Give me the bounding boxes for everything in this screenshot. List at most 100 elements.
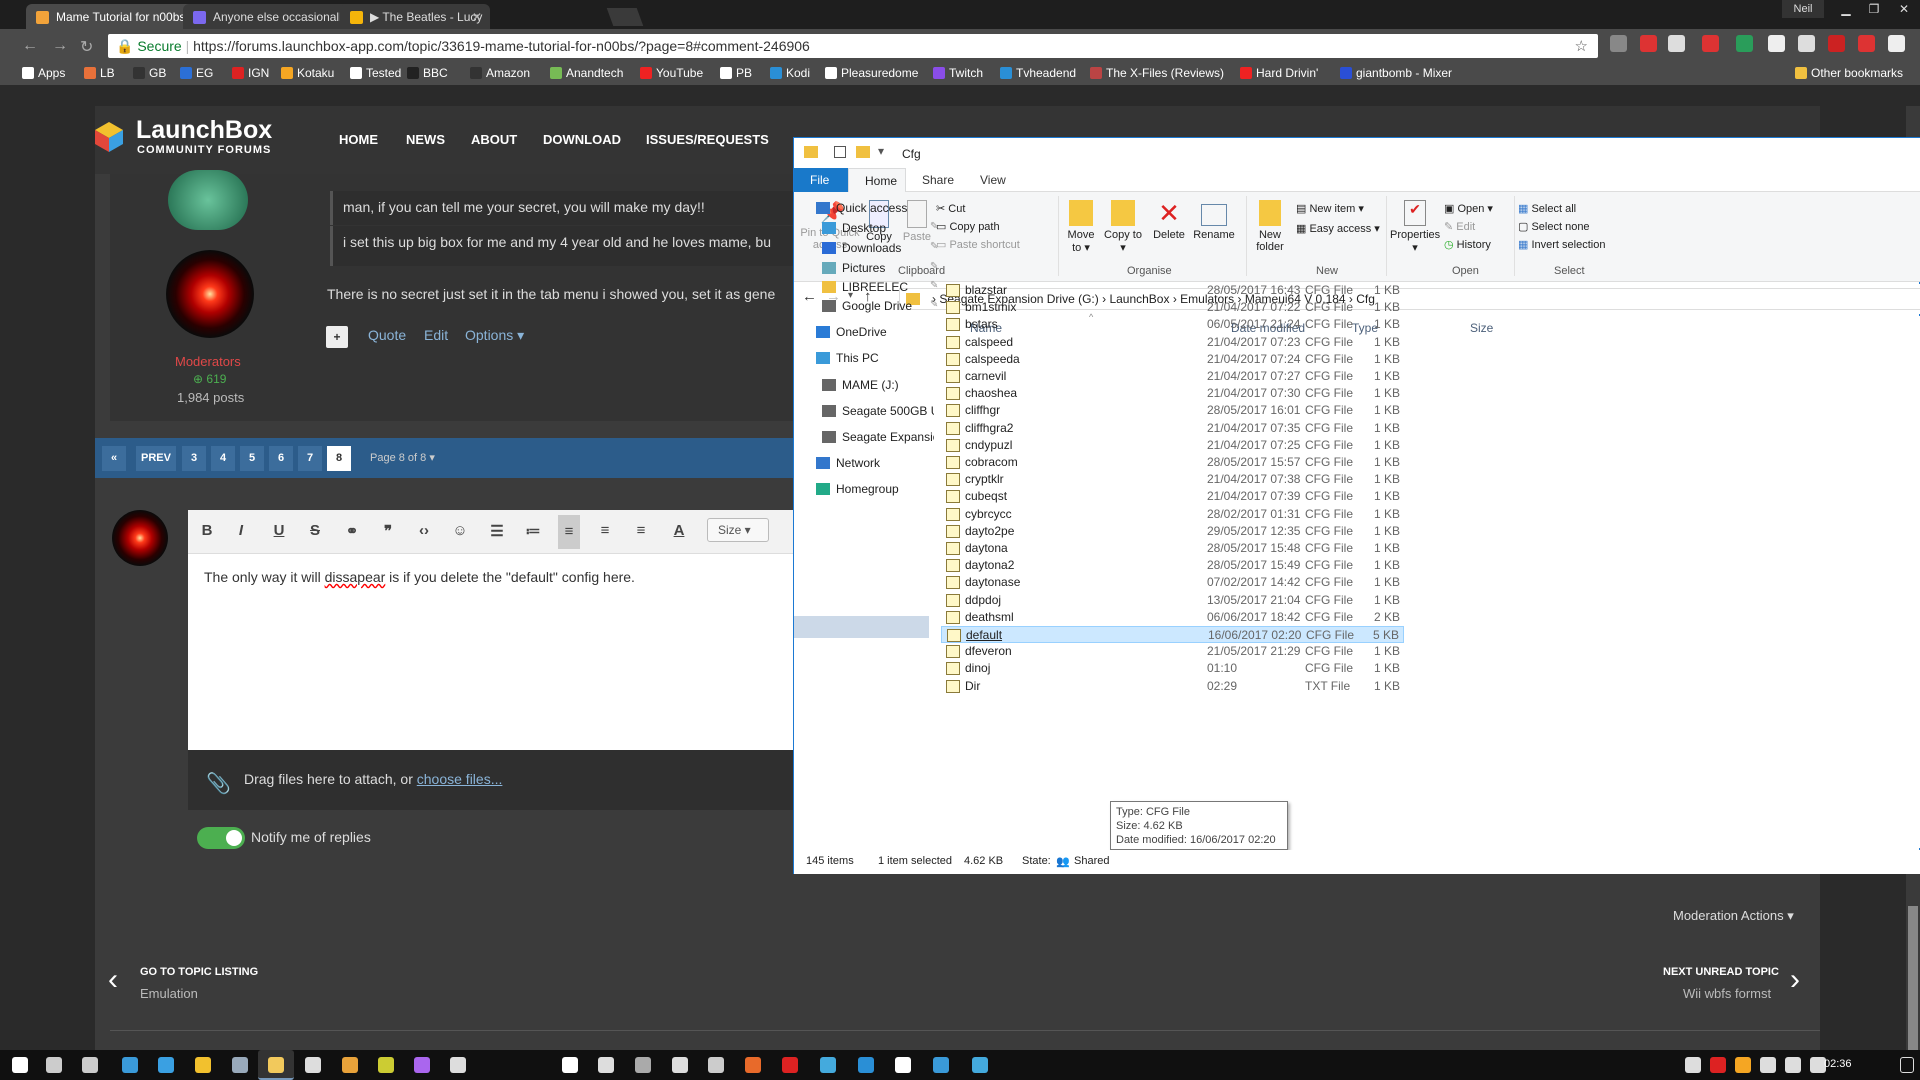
chevron-right-icon[interactable]: › <box>1790 963 1800 997</box>
mail-icon[interactable] <box>562 1057 578 1073</box>
copy-to-button[interactable]: Copy to ▾ <box>1104 200 1142 254</box>
edit-button[interactable]: ✎ Edit <box>1444 220 1475 233</box>
align-left-icon[interactable]: ≡ <box>558 515 580 549</box>
bookmark-item[interactable]: Pleasuredome <box>825 66 918 80</box>
paste-shortcut-button[interactable]: ▭ Paste shortcut <box>936 238 1020 251</box>
tab-beatles[interactable]: ▶ The Beatles - Lucy ✕ <box>340 4 490 29</box>
invert-selection-button[interactable]: ▦ Invert selection <box>1518 238 1605 251</box>
nav-item[interactable]: Desktop ✎ <box>822 221 938 235</box>
editor-content[interactable]: The only way it will dissapear is if you… <box>204 569 635 585</box>
bookmark-item[interactable]: giantbomb - Mixer <box>1340 66 1452 80</box>
file-row[interactable]: blazstar 28/05/2017 16:43 CFG File 1 KB <box>941 282 1404 299</box>
font-color-icon[interactable]: A <box>668 522 690 539</box>
extension-icon[interactable] <box>1668 35 1685 52</box>
bookmark-item[interactable]: YouTube <box>640 66 703 80</box>
extension-icon[interactable] <box>1888 35 1905 52</box>
bold-icon[interactable]: B <box>196 522 218 539</box>
emoji-icon[interactable]: ☺ <box>449 522 471 539</box>
italic-icon[interactable]: I <box>230 522 252 539</box>
page-jump[interactable]: Page 8 of 8 ▾ <box>370 451 435 464</box>
app-icon[interactable] <box>378 1057 394 1073</box>
bookmark-item[interactable]: Hard Drivin' <box>1240 66 1318 80</box>
app-icon[interactable] <box>782 1057 798 1073</box>
align-center-icon[interactable]: ≡ <box>594 522 616 539</box>
chrome-icon[interactable] <box>195 1057 211 1073</box>
page-6[interactable]: 6 <box>269 446 293 471</box>
file-row[interactable]: daytona 28/05/2017 15:48 CFG File 1 KB <box>941 540 1404 557</box>
search-icon[interactable] <box>46 1057 62 1073</box>
nav-home[interactable]: HOME <box>339 132 378 147</box>
link-icon[interactable]: ⚭ <box>341 522 363 540</box>
file-row[interactable]: bm1stmix 21/04/2017 07:22 CFG File 1 KB <box>941 299 1404 316</box>
app-icon[interactable] <box>450 1057 466 1073</box>
file-row[interactable]: deathsml 06/06/2017 18:42 CFG File 2 KB <box>941 609 1404 626</box>
nav-item[interactable]: Downloads ✎ <box>822 241 938 255</box>
select-none-button[interactable]: ▢ Select none <box>1518 220 1590 233</box>
tray-app-icon[interactable] <box>1710 1057 1726 1073</box>
file-row[interactable]: cobracom 28/05/2017 15:57 CFG File 1 KB <box>941 454 1404 471</box>
page-5[interactable]: 5 <box>240 446 264 471</box>
app-icon[interactable] <box>972 1057 988 1073</box>
file-row[interactable]: cndypuzl 21/04/2017 07:25 CFG File 1 KB <box>941 437 1404 454</box>
tray-up-icon[interactable] <box>1685 1057 1701 1073</box>
new-folder-quick-icon[interactable] <box>856 146 870 158</box>
edit-link[interactable]: Edit <box>424 327 448 343</box>
prev-page-button[interactable]: PREV <box>136 446 176 471</box>
file-row[interactable]: cryptklr 21/04/2017 07:38 CFG File 1 KB <box>941 471 1404 488</box>
extension-icon[interactable] <box>1768 35 1785 52</box>
notify-toggle[interactable] <box>197 827 245 849</box>
underline-icon[interactable]: U <box>268 522 290 539</box>
tab-file[interactable]: File <box>794 168 848 192</box>
file-row[interactable]: dinoj 01:10 CFG File 1 KB <box>941 660 1404 677</box>
app-icon[interactable] <box>858 1057 874 1073</box>
new-tab-button[interactable] <box>606 8 644 26</box>
nav-about[interactable]: ABOUT <box>471 132 517 147</box>
next-unread-topic[interactable]: NEXT UNREAD TOPIC <box>1663 966 1779 978</box>
close-icon[interactable]: ✕ <box>1890 0 1918 18</box>
taskbar-clock[interactable]: 02:36 <box>1824 1058 1852 1070</box>
extension-icon[interactable] <box>1798 35 1815 52</box>
properties-quick-icon[interactable] <box>834 146 846 158</box>
bookmark-item[interactable]: Twitch <box>933 66 983 80</box>
nav-item[interactable]: Network <box>816 456 880 470</box>
nav-download[interactable]: DOWNLOAD <box>543 132 621 147</box>
strikethrough-icon[interactable]: S <box>304 522 326 539</box>
tab-view[interactable]: View <box>980 173 1006 187</box>
file-row[interactable]: dfeveron 21/05/2017 21:29 CFG File 1 KB <box>941 643 1404 660</box>
moderation-actions[interactable]: Moderation Actions ▾ <box>1673 908 1794 924</box>
nav-item[interactable]: MAME (J:) <box>822 378 899 392</box>
bookmark-item[interactable]: EG <box>180 66 213 80</box>
app-icon[interactable] <box>895 1057 911 1073</box>
tab-share[interactable]: Share <box>922 173 954 187</box>
google-drive-icon[interactable] <box>1736 35 1753 52</box>
nav-item[interactable]: OneDrive <box>816 325 887 339</box>
site-logo-title[interactable]: LaunchBox <box>136 116 272 145</box>
nav-item[interactable]: Pictures ✎ <box>822 261 938 275</box>
code-icon[interactable]: ‹› <box>413 522 435 539</box>
tray-app-icon[interactable] <box>1760 1057 1776 1073</box>
rename-button[interactable]: Rename <box>1192 200 1236 241</box>
app-icon[interactable] <box>414 1057 430 1073</box>
notifications-icon[interactable] <box>1900 1057 1914 1073</box>
column-size[interactable]: Size <box>1470 321 1493 335</box>
new-item-button[interactable]: ▤ New item ▾ <box>1296 202 1364 215</box>
store-icon[interactable] <box>305 1057 321 1073</box>
app-icon[interactable] <box>635 1057 651 1073</box>
blockquote-icon[interactable]: ❞ <box>377 522 399 540</box>
page-7[interactable]: 7 <box>298 446 322 471</box>
file-row[interactable]: ddpdoj 13/05/2017 21:04 CFG File 1 KB <box>941 592 1404 609</box>
bookmark-item[interactable]: Tested <box>350 66 401 80</box>
choose-files-link[interactable]: choose files... <box>417 771 503 787</box>
cut-button[interactable]: ✂ Cut <box>936 202 965 215</box>
file-row[interactable]: calspeeda 21/04/2017 07:24 CFG File 1 KB <box>941 351 1404 368</box>
file-row[interactable]: cliffhgra2 21/04/2017 07:35 CFG File 1 KB <box>941 420 1404 437</box>
author-avatar[interactable] <box>166 250 254 338</box>
file-row[interactable]: cybrcycc 28/02/2017 01:31 CFG File 1 KB <box>941 506 1404 523</box>
app-icon[interactable] <box>158 1057 174 1073</box>
bookmark-item[interactable]: PB <box>720 66 752 80</box>
bookmark-item[interactable]: Tvheadend <box>1000 66 1076 80</box>
firefox-icon[interactable] <box>745 1057 761 1073</box>
bookmark-item[interactable]: Amazon <box>470 66 530 80</box>
file-row[interactable]: bstars 06/05/2017 21:24 CFG File 1 KB <box>941 316 1404 333</box>
back-icon[interactable]: ← <box>22 37 38 55</box>
